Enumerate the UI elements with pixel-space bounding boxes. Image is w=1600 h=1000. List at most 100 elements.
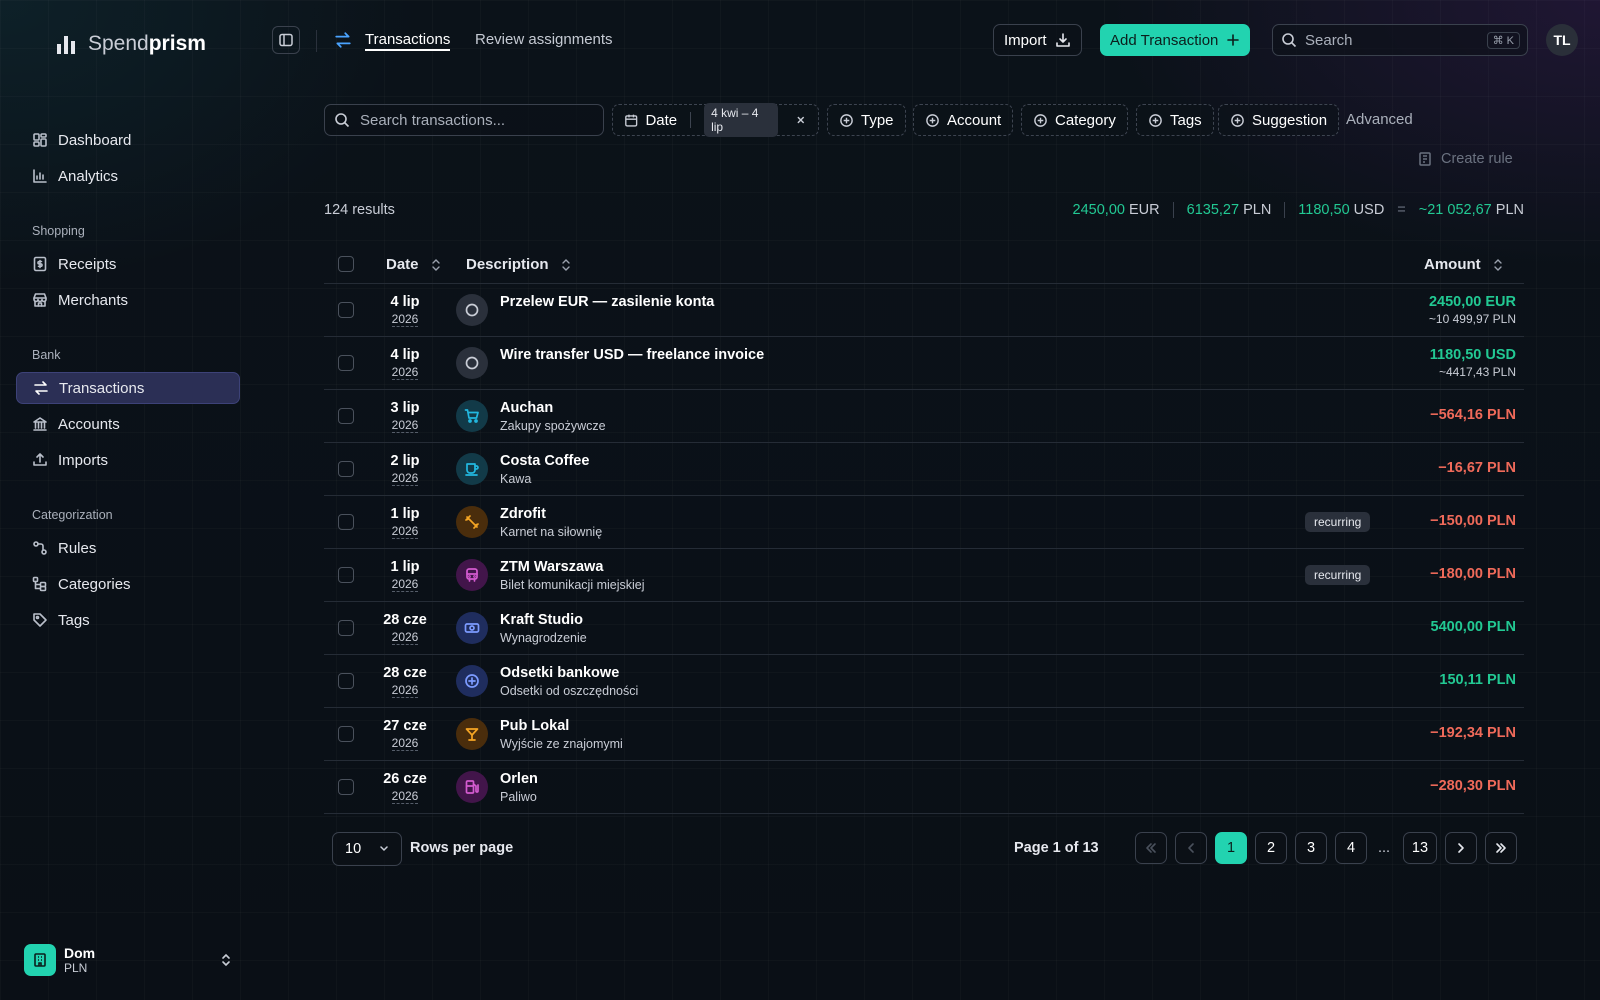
- row-checkbox[interactable]: [338, 461, 354, 477]
- sidebar-item-receipts[interactable]: Receipts: [16, 248, 240, 280]
- plus-circle-icon: [840, 113, 853, 127]
- arrows-exchange-icon: [335, 32, 351, 48]
- sidebar-item-merchants[interactable]: Merchants: [16, 284, 240, 316]
- table-row[interactable]: 28 cze 2026 Odsetki bankowe Odsetki od os…: [324, 655, 1524, 708]
- date-range-value: 4 kwi – 4 lip: [704, 103, 779, 137]
- table-row[interactable]: 4 lip 2026 Przelew EUR — zasilenie konta…: [324, 284, 1524, 337]
- create-rule-button[interactable]: Create rule: [1418, 151, 1513, 167]
- dashboard-icon: [33, 133, 47, 147]
- advanced-filters-link[interactable]: Advanced: [1346, 111, 1413, 128]
- column-date[interactable]: Date: [386, 256, 441, 273]
- rows-per-page-select[interactable]: 10: [332, 832, 402, 866]
- sidebar-item-categories[interactable]: Categories: [16, 568, 240, 600]
- row-checkbox[interactable]: [338, 620, 354, 636]
- suggestion-filter-chip[interactable]: Suggestion: [1218, 104, 1340, 136]
- page-button-1[interactable]: 1: [1215, 832, 1247, 864]
- row-checkbox[interactable]: [338, 514, 354, 530]
- table-row[interactable]: 27 cze 2026 Pub Lokal Wyjście ze znajomym…: [324, 708, 1524, 761]
- app-logo[interactable]: Spendprism: [56, 32, 206, 56]
- row-subtitle: Kawa: [500, 472, 532, 486]
- tags-filter-label: Tags: [1170, 111, 1202, 129]
- section-label-categorization: Categorization: [32, 508, 113, 522]
- select-all-checkbox[interactable]: [338, 256, 354, 272]
- table-row[interactable]: 3 lip 2026 Auchan Zakupy spożywcze −564,1…: [324, 390, 1524, 443]
- row-date: 3 lip 2026: [374, 400, 436, 434]
- page-button-4[interactable]: 4: [1335, 832, 1367, 864]
- global-search-placeholder: Search: [1305, 31, 1353, 49]
- first-page-button[interactable]: [1135, 832, 1167, 864]
- row-amount-converted: ~4417,43 PLN: [1438, 365, 1516, 379]
- table-row[interactable]: 4 lip 2026 Wire transfer USD — freelance…: [324, 337, 1524, 390]
- sidebar-item-analytics[interactable]: Analytics: [16, 160, 240, 192]
- sidebar-item-rules[interactable]: Rules: [16, 532, 240, 564]
- row-checkbox[interactable]: [338, 408, 354, 424]
- type-filter-label: Type: [861, 111, 894, 129]
- calendar-icon: [625, 114, 638, 127]
- row-amount: 150,11 PLN: [1439, 672, 1516, 688]
- workspace-icon: [24, 944, 56, 976]
- grand-total-currency: PLN: [1495, 202, 1524, 218]
- recurring-badge: recurring: [1305, 512, 1371, 532]
- import-button[interactable]: Import: [993, 24, 1082, 56]
- sidebar-item-dashboard[interactable]: Dashboard: [16, 124, 240, 156]
- tab-transactions[interactable]: Transactions: [365, 31, 451, 51]
- row-amount: 1180,50 USD ~4417,43 PLN: [1430, 347, 1516, 379]
- chevron-up-down-icon: [222, 953, 230, 967]
- global-search[interactable]: Search ⌘ K: [1272, 24, 1528, 56]
- add-transaction-button[interactable]: Add Transaction: [1100, 24, 1251, 56]
- table-row[interactable]: 1 lip 2026 ZTM Warszawa Bilet komunikacji…: [324, 549, 1524, 602]
- row-checkbox[interactable]: [338, 302, 354, 318]
- row-date-year: 2026: [391, 789, 419, 804]
- plus-icon: [1227, 34, 1240, 46]
- column-description[interactable]: Description: [466, 256, 571, 273]
- last-page-button[interactable]: [1485, 832, 1517, 864]
- row-checkbox[interactable]: [338, 726, 354, 742]
- rules-icon: [33, 541, 47, 555]
- category-filter-chip[interactable]: Category: [1021, 104, 1128, 136]
- plus-circle-icon: [926, 113, 939, 127]
- row-category-icon: [456, 559, 488, 591]
- tags-filter-chip[interactable]: Tags: [1136, 104, 1214, 136]
- page-button-2[interactable]: 2: [1255, 832, 1287, 864]
- transactions-search-input[interactable]: Search transactions...: [324, 104, 604, 136]
- table-row[interactable]: 28 cze 2026 Kraft Studio Wynagrodzenie 54…: [324, 602, 1524, 655]
- sidebar-toggle-button[interactable]: [272, 26, 300, 54]
- previous-page-button[interactable]: [1175, 832, 1207, 864]
- workspace-switcher[interactable]: Dom PLN: [24, 944, 232, 976]
- sidebar-item-transactions[interactable]: Transactions: [16, 372, 240, 404]
- row-checkbox[interactable]: [338, 673, 354, 689]
- transactions-search-placeholder: Search transactions...: [360, 111, 506, 129]
- sidebar-item-tags[interactable]: Tags: [16, 604, 240, 636]
- sidebar-item-accounts[interactable]: Accounts: [16, 408, 240, 440]
- sidebar-item-label: Tags: [58, 611, 90, 629]
- page-button-3[interactable]: 3: [1295, 832, 1327, 864]
- column-amount[interactable]: Amount: [1424, 256, 1503, 273]
- sidebar-item-imports[interactable]: Imports: [16, 444, 240, 476]
- user-avatar[interactable]: TL: [1546, 24, 1578, 56]
- store-icon: [33, 293, 47, 307]
- row-checkbox[interactable]: [338, 567, 354, 583]
- table-row[interactable]: 26 cze 2026 Orlen Paliwo −280,30 PLN: [324, 761, 1524, 814]
- tab-review-assignments[interactable]: Review assignments: [475, 31, 613, 48]
- date-filter-chip[interactable]: Date 4 kwi – 4 lip: [612, 103, 819, 137]
- account-filter-chip[interactable]: Account: [913, 104, 1014, 136]
- row-amount: 5400,00 PLN: [1431, 619, 1516, 635]
- table-row[interactable]: 1 lip 2026 Zdrofit Karnet na siłownię recu…: [324, 496, 1524, 549]
- row-checkbox[interactable]: [338, 779, 354, 795]
- row-checkbox[interactable]: [338, 355, 354, 371]
- page-button-13[interactable]: 13: [1403, 832, 1437, 864]
- table-row[interactable]: 2 lip 2026 Costa Coffee Kawa −16,67 PLN: [324, 443, 1524, 496]
- table-body: 4 lip 2026 Przelew EUR — zasilenie konta…: [324, 284, 1524, 814]
- row-date-day: 4 lip: [390, 347, 420, 363]
- type-filter-chip[interactable]: Type: [827, 104, 906, 136]
- row-subtitle: Wyjście ze znajomymi: [500, 737, 623, 751]
- row-date: 28 cze 2026: [374, 665, 436, 699]
- row-amount-value: 1180,50 USD: [1429, 347, 1516, 363]
- row-date-day: 1 lip: [390, 506, 420, 522]
- account-filter-label: Account: [947, 111, 1002, 129]
- close-icon[interactable]: [795, 114, 807, 126]
- next-page-button[interactable]: [1445, 832, 1477, 864]
- row-date-day: 27 cze: [383, 718, 427, 734]
- brand-bold: prism: [148, 32, 206, 55]
- suggestion-filter-label: Suggestion: [1252, 111, 1328, 129]
